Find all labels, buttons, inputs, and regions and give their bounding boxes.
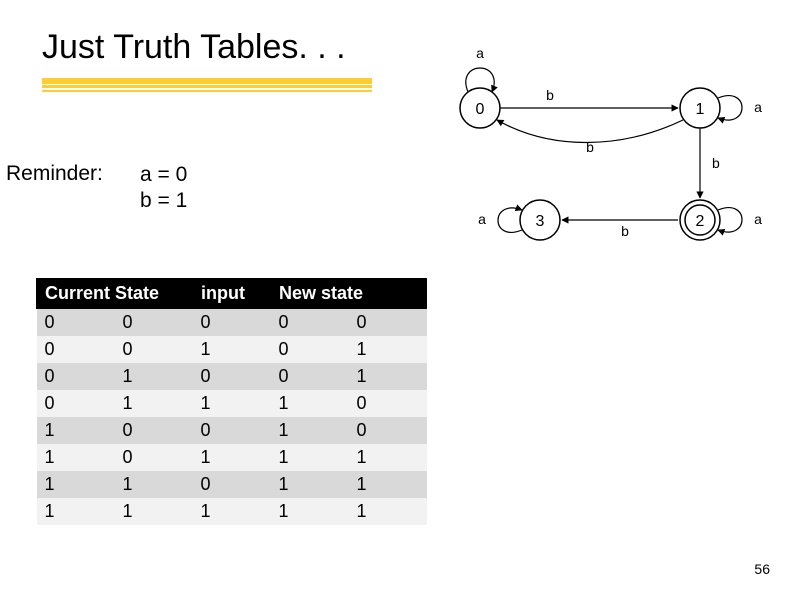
title-underline <box>42 78 372 92</box>
cell: 0 <box>271 336 349 363</box>
edge-label-a: a <box>754 211 762 227</box>
table-row: 1 0 1 1 1 <box>37 444 427 471</box>
cell: 0 <box>193 363 271 390</box>
edge-label-a: a <box>476 45 484 61</box>
reminder-label: Reminder: <box>6 162 103 186</box>
table-row: 0 0 1 0 1 <box>37 336 427 363</box>
edge-label-b: b <box>621 223 629 239</box>
reminder-values: a = 0 b = 1 <box>140 162 187 215</box>
cell: 1 <box>271 390 349 417</box>
edge-label-b: b <box>712 155 720 171</box>
cell: 0 <box>115 309 193 337</box>
page-title: Just Truth Tables. . . <box>42 28 346 67</box>
cell: 1 <box>271 417 349 444</box>
cell: 1 <box>271 444 349 471</box>
cell: 1 <box>37 417 115 444</box>
cell: 0 <box>271 363 349 390</box>
cell: 1 <box>271 471 349 498</box>
cell: 1 <box>193 336 271 363</box>
cell: 1 <box>115 363 193 390</box>
cell: 1 <box>37 471 115 498</box>
cell: 1 <box>349 444 427 471</box>
state-0-label: 0 <box>476 101 485 118</box>
edge-label-a: a <box>478 211 486 227</box>
cell: 0 <box>349 417 427 444</box>
cell: 1 <box>115 498 193 525</box>
cell: 1 <box>37 498 115 525</box>
cell: 1 <box>193 498 271 525</box>
cell: 0 <box>271 309 349 337</box>
cell: 1 <box>349 498 427 525</box>
edge-label-b: b <box>586 139 594 155</box>
cell: 1 <box>115 471 193 498</box>
cell: 0 <box>37 390 115 417</box>
cell: 0 <box>115 417 193 444</box>
cell: 0 <box>193 417 271 444</box>
cell: 1 <box>193 444 271 471</box>
cell: 0 <box>37 309 115 337</box>
cell: 0 <box>349 309 427 337</box>
state-3-label: 3 <box>536 213 545 230</box>
cell: 0 <box>349 390 427 417</box>
header-input: input <box>193 279 271 309</box>
state-diagram: 0 1 2 3 a b a b b a b a <box>400 30 780 260</box>
cell: 0 <box>193 309 271 337</box>
reminder-b: b = 1 <box>140 188 187 214</box>
table-row: 1 1 0 1 1 <box>37 471 427 498</box>
table-row: 1 1 1 1 1 <box>37 498 427 525</box>
page-number: 56 <box>754 561 770 577</box>
cell: 1 <box>115 390 193 417</box>
truth-table: Current State input New state 0 0 0 0 0 … <box>36 278 427 525</box>
edge-label-b: b <box>546 87 554 103</box>
cell: 1 <box>349 363 427 390</box>
state-1-label: 1 <box>696 101 705 118</box>
header-current-state: Current State <box>37 279 193 309</box>
cell: 0 <box>115 444 193 471</box>
cell: 0 <box>193 471 271 498</box>
table-row: 0 1 0 0 1 <box>37 363 427 390</box>
cell: 1 <box>349 471 427 498</box>
cell: 1 <box>349 336 427 363</box>
table-row: 1 0 0 1 0 <box>37 417 427 444</box>
cell: 0 <box>37 336 115 363</box>
header-new-state: New state <box>271 279 427 309</box>
table-body: 0 0 0 0 0 0 0 1 0 1 0 1 0 0 1 0 1 1 1 0 <box>37 309 427 526</box>
cell: 0 <box>37 363 115 390</box>
cell: 1 <box>271 498 349 525</box>
state-2-label: 2 <box>696 213 705 230</box>
table-row: 0 0 0 0 0 <box>37 309 427 337</box>
cell: 0 <box>115 336 193 363</box>
table-row: 0 1 1 1 0 <box>37 390 427 417</box>
cell: 1 <box>193 390 271 417</box>
edge-label-a: a <box>754 99 762 115</box>
cell: 1 <box>37 444 115 471</box>
table-header-row: Current State input New state <box>37 279 427 309</box>
reminder-a: a = 0 <box>140 162 187 188</box>
